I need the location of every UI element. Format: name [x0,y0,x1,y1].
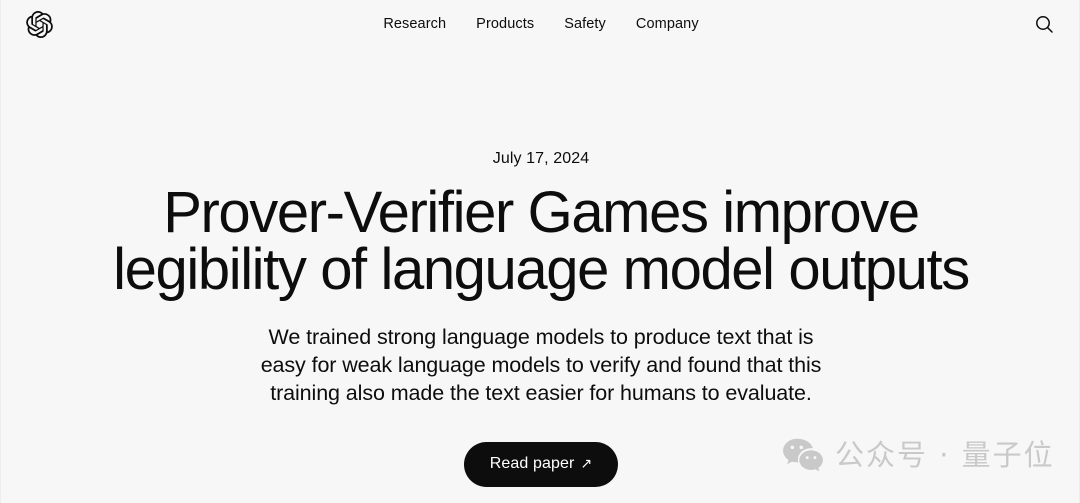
subtitle-line-3: training also made the text easier for h… [270,381,812,405]
read-paper-label: Read paper [489,455,575,472]
headline-line-2: legibility of language model outputs [113,237,970,302]
arrow-up-right-icon: ↗ [580,455,593,471]
cta-container: Read paper ↗ [463,442,619,487]
publish-date: July 17, 2024 [492,150,590,167]
hero-section: July 17, 2024 Prover-Verifier Games impr… [1,0,1080,503]
read-paper-button[interactable]: Read paper ↗ [463,442,619,487]
page-title: Prover-Verifier Games improve legibility… [113,180,970,302]
subtitle-line-1: We trained strong language models to pro… [268,325,814,349]
subtitle-line-2: easy for weak language models to verify … [260,353,822,377]
page-subtitle: We trained strong language models to pro… [261,323,822,407]
headline-line-1: Prover-Verifier Games improve [163,180,920,245]
search-icon[interactable] [1031,11,1057,37]
